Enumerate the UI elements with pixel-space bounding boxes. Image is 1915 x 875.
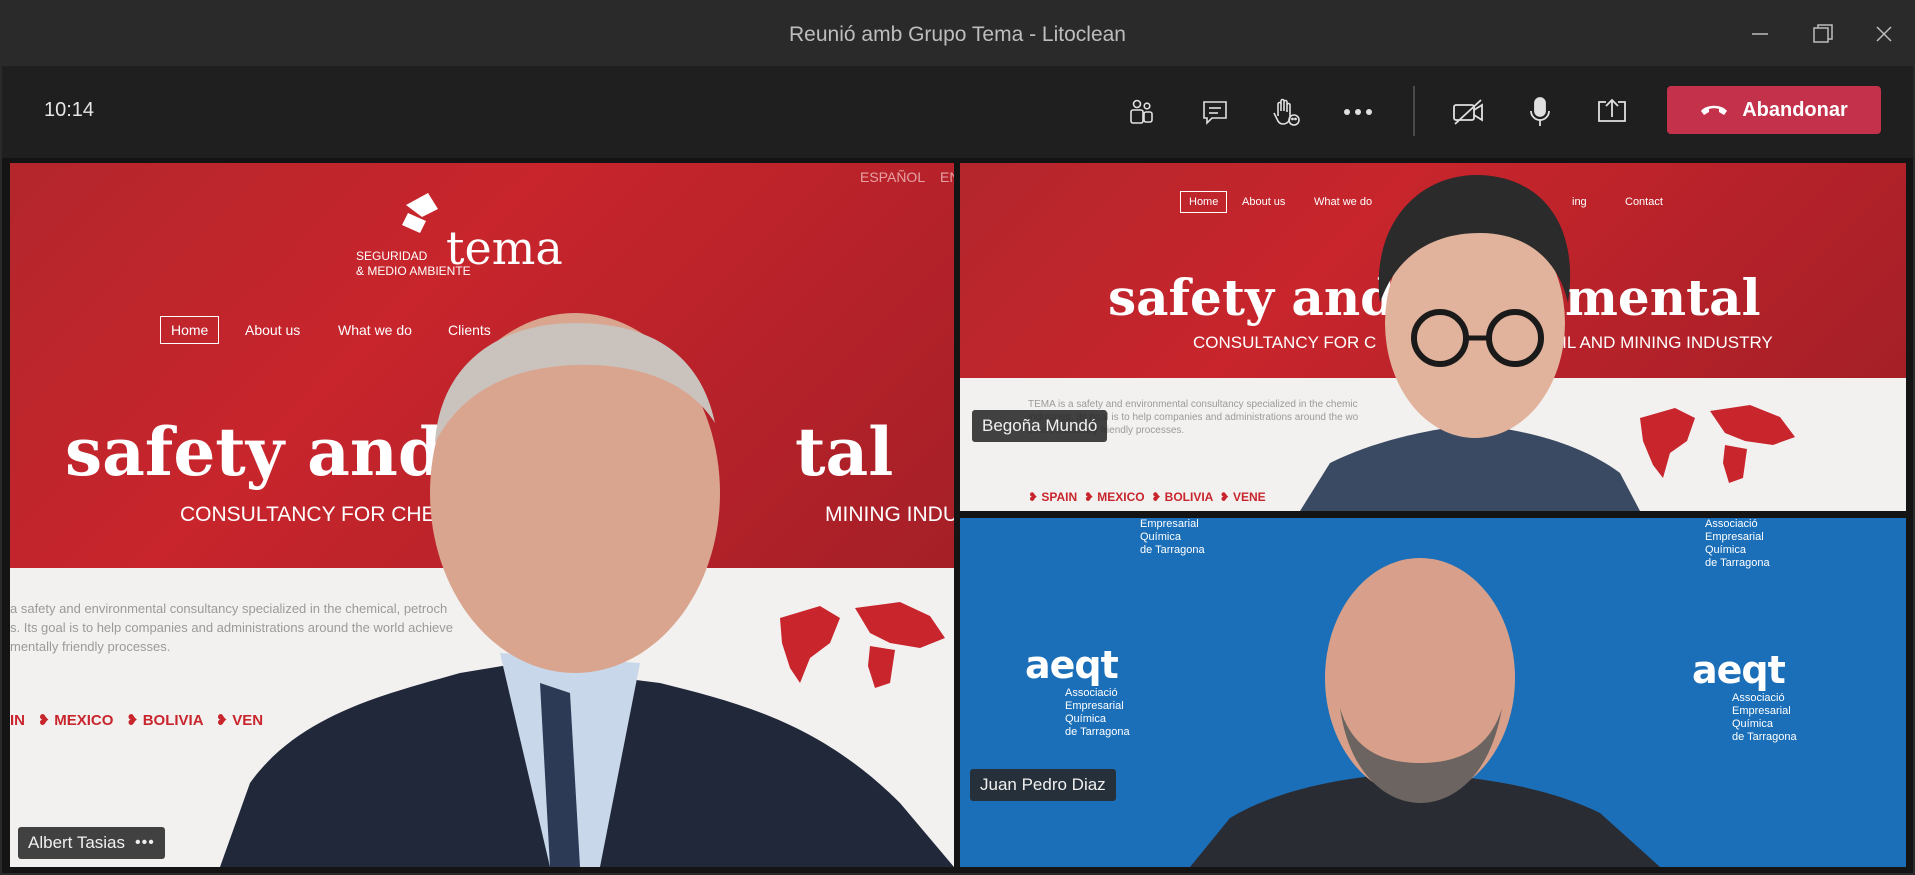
site-nav-home: Home <box>1180 191 1228 213</box>
more-icon <box>1344 109 1372 115</box>
toolbar-divider <box>1413 86 1415 136</box>
aeqt-line: Associació <box>1732 692 1785 704</box>
aeqt-logo-partial: Empresarial Química de Tarragona <box>1100 518 1205 557</box>
participant-video-begona <box>1300 174 1640 511</box>
title-bar: Reunió amb Grupo Tema - Litoclean <box>2 2 1913 66</box>
aeqt-mark: aeqt <box>1025 643 1119 687</box>
camera-toggle-button[interactable] <box>1446 90 1490 134</box>
country-item: MEXICO <box>54 712 114 729</box>
country-item: MEXICO <box>1097 490 1145 504</box>
video-tile-albert-tasias[interactable]: ESPAÑOL EN SEGURIDAD tema & MEDIO AMBIEN… <box>10 163 954 867</box>
video-tile-begona-mundo[interactable]: Home About us What we do ing Contact saf… <box>960 163 1906 511</box>
site-nav-about: About us <box>1242 196 1286 208</box>
site-body-line-3: mentally friendly processes. <box>10 639 171 654</box>
aeqt-line: Química <box>1732 718 1773 730</box>
country-item: BOLIVIA <box>1164 490 1213 504</box>
aeqt-line: Empresarial <box>1140 518 1199 530</box>
minimize-button[interactable] <box>1740 16 1780 52</box>
country-item: IN <box>10 712 25 729</box>
restore-button[interactable] <box>1803 16 1843 52</box>
close-icon <box>1876 26 1892 42</box>
leave-meeting-button[interactable]: Abandonar <box>1667 86 1881 134</box>
leave-label: Abandonar <box>1742 98 1848 121</box>
aeqt-line: Associació <box>1705 518 1758 530</box>
country-item: SPAIN <box>1041 490 1078 504</box>
participant-name-tag: Begoña Mundó <box>972 410 1108 442</box>
aeqt-line: de Tarragona <box>1705 557 1770 569</box>
aeqt-logo: aeqt Associació Empresarial Química de T… <box>1692 648 1797 744</box>
aeqt-line: de Tarragona <box>1732 731 1797 743</box>
tema-logo-icon <box>402 193 438 233</box>
phone-hangup-icon <box>1701 105 1728 115</box>
aeqt-logo-partial: Associació Empresarial Química de Tarrag… <box>1665 518 1770 570</box>
teams-meeting-window: Reunió amb Grupo Tema - Litoclean 10:14 <box>0 0 1915 875</box>
site-nav-home: Home <box>160 316 220 344</box>
raise-hand-icon <box>1273 98 1300 126</box>
show-chat-button[interactable] <box>1193 90 1237 134</box>
participant-name: Albert Tasias <box>28 833 126 852</box>
language-en: EN <box>940 169 954 185</box>
participant-name-tag: Albert Tasias ••• <box>18 827 165 859</box>
video-tile-juan-pedro-diaz[interactable]: aeqt Associació Empresarial Química de T… <box>960 518 1906 867</box>
microphone-toggle-button[interactable] <box>1518 90 1562 134</box>
country-item: VENE <box>1232 490 1266 504</box>
participant-name-tag: Juan Pedro Diaz <box>970 769 1116 801</box>
site-country-list: ❥ SPAIN ❥ MEXICO ❥ BOLIVIA ❥ VENE <box>1028 490 1266 504</box>
aeqt-line: Empresarial <box>1065 700 1124 712</box>
meeting-timer: 10:14 <box>44 99 95 121</box>
aeqt-line: Empresarial <box>1705 531 1764 543</box>
aeqt-logo: aeqt Associació Empresarial Química de T… <box>1025 643 1130 739</box>
minimize-icon <box>1752 33 1768 35</box>
participant-video-juan-pedro <box>1190 558 1660 867</box>
language-es: ESPAÑOL <box>860 169 926 185</box>
more-actions-button[interactable] <box>1336 90 1380 134</box>
chat-icon <box>1203 101 1227 125</box>
camera-off-icon <box>1453 99 1483 125</box>
meeting-toolbar: 10:14 Abandonar <box>2 66 1913 158</box>
show-participants-button[interactable] <box>1119 90 1163 134</box>
participant-name: Begoña Mundó <box>982 416 1098 435</box>
aeqt-line: Química <box>1065 713 1106 725</box>
window-title: Reunió amb Grupo Tema - Litoclean <box>789 23 1126 46</box>
participants-icon <box>1130 99 1153 124</box>
close-button[interactable] <box>1864 16 1904 52</box>
participant-more-options[interactable]: ••• <box>135 834 155 852</box>
microphone-icon <box>1530 97 1550 126</box>
aeqt-mark: aeqt <box>1692 648 1786 692</box>
participant-name: Juan Pedro Diaz <box>980 775 1106 794</box>
world-map-icon <box>1640 405 1795 483</box>
share-screen-button[interactable] <box>1590 90 1634 134</box>
aeqt-line: Química <box>1705 544 1746 556</box>
aeqt-line: de Tarragona <box>1065 726 1130 738</box>
reactions-button[interactable] <box>1264 90 1308 134</box>
aeqt-line: Empresarial <box>1732 705 1791 717</box>
aeqt-line: Química <box>1140 531 1181 543</box>
aeqt-line: Associació <box>1065 687 1118 699</box>
share-screen-icon <box>1598 98 1626 122</box>
restore-icon <box>1813 24 1833 43</box>
participant-video-albert <box>220 313 954 867</box>
country-item: BOLIVIA <box>142 712 203 729</box>
